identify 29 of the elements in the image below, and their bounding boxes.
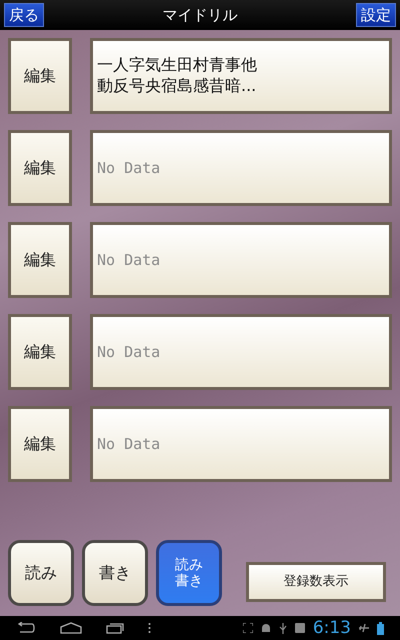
edit-button[interactable]: 編集: [8, 222, 72, 298]
settings-button[interactable]: 設定: [356, 3, 396, 27]
drill-characters: 一人字気生田村青事他動反号央宿島感昔暗...: [97, 55, 258, 97]
clock-time: 6:13: [312, 620, 351, 636]
back-button[interactable]: 戻る: [4, 3, 44, 27]
no-data-text: No Data: [97, 434, 160, 455]
sd-card-icon: [294, 623, 305, 633]
edit-button[interactable]: 編集: [8, 314, 72, 390]
android-icon: [260, 622, 271, 634]
count-display-button[interactable]: 登録数表示: [246, 562, 386, 602]
airplane-icon: [359, 623, 369, 633]
home-icon[interactable]: [60, 622, 82, 634]
back-icon[interactable]: [16, 622, 36, 634]
edit-button[interactable]: 編集: [8, 406, 72, 482]
menu-icon[interactable]: [148, 622, 151, 634]
drill-entry[interactable]: 一人字気生田村青事他動反号央宿島感昔暗...: [90, 38, 392, 114]
edit-button[interactable]: 編集: [8, 38, 72, 114]
no-data-text: No Data: [97, 158, 160, 179]
fullscreen-icon: [242, 623, 253, 633]
recent-apps-icon[interactable]: [106, 622, 124, 634]
no-data-text: No Data: [97, 342, 160, 363]
screen-title: マイドリル: [162, 4, 238, 26]
mode-button[interactable]: 読み: [8, 540, 74, 606]
usb-icon: [278, 622, 287, 634]
mode-button[interactable]: 書き: [82, 540, 148, 606]
battery-icon: [377, 622, 384, 634]
mode-button[interactable]: 読み書き: [156, 540, 222, 606]
edit-button[interactable]: 編集: [8, 130, 72, 206]
no-data-text: No Data: [97, 250, 160, 271]
